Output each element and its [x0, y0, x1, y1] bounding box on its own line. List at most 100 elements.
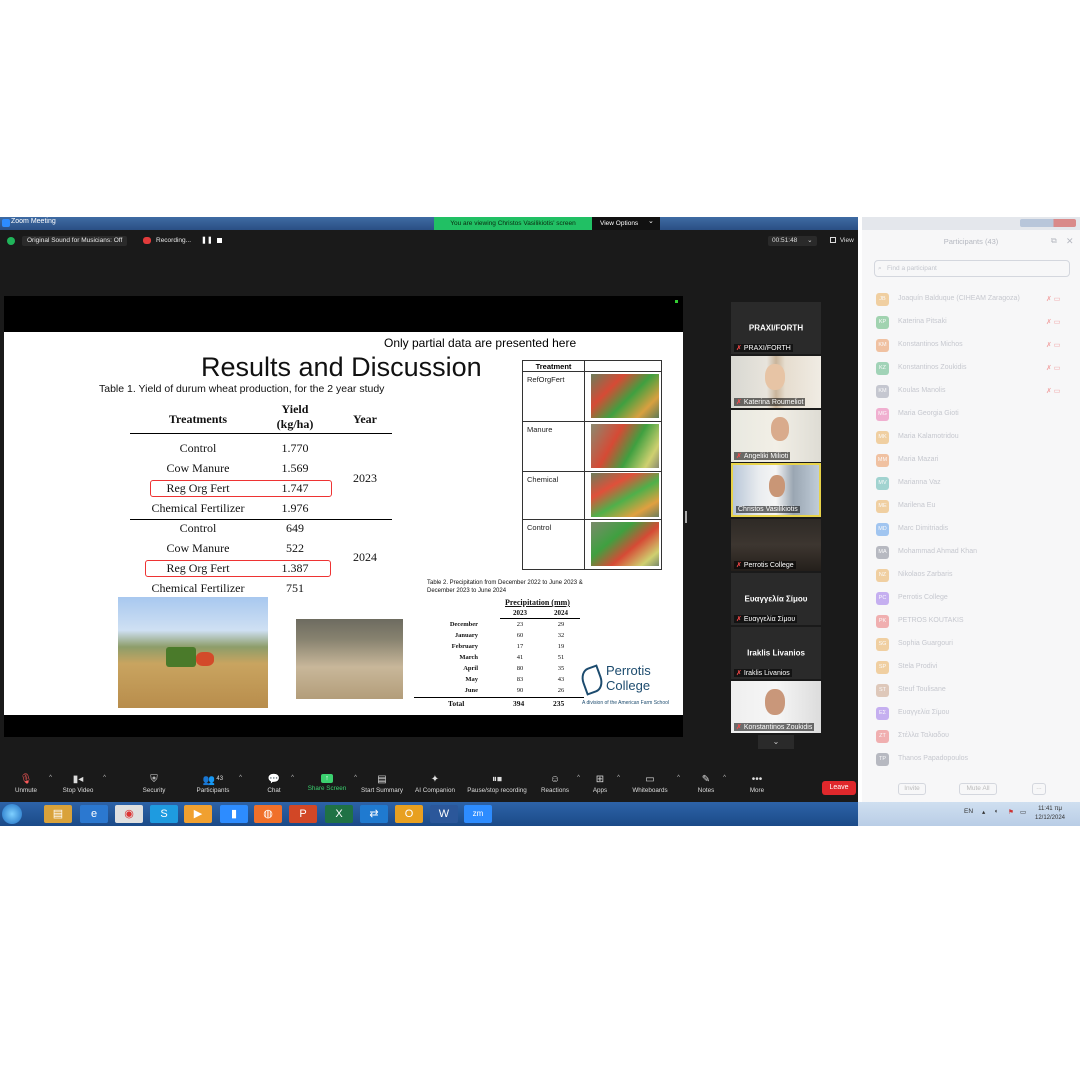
chevron-up-icon[interactable]: ^ — [103, 775, 106, 781]
zoom-taskbar-icon[interactable]: ▮ — [220, 805, 248, 823]
apps-button[interactable]: ⊞ Apps ^ — [588, 774, 620, 794]
word-icon[interactable]: W — [430, 805, 458, 823]
participant-row[interactable]: KZ Konstantinos Zoukidis ✗ ▭ — [874, 360, 1070, 378]
participant-row[interactable]: MM Maria Mazari — [874, 452, 1070, 470]
video-tile[interactable]: ✗ Konstantinos Zoukidis — [731, 681, 821, 733]
video-tile[interactable]: Iraklis Livanios ✗ Iraklis Livanios — [731, 627, 821, 679]
start-summary-button[interactable]: ▤ Start Summary — [357, 774, 407, 794]
shield-icon[interactable] — [7, 237, 15, 245]
participant-row[interactable]: EΣ Ευαγγελία Σίμου — [874, 705, 1070, 723]
flag-icon[interactable]: ⚑ — [1008, 808, 1014, 816]
powerpoint-icon[interactable]: P — [289, 805, 317, 823]
stop-video-button[interactable]: ▮◂ Stop Video ^ — [58, 774, 106, 794]
participant-row[interactable]: ME Marilena Eu — [874, 498, 1070, 516]
meeting-timer[interactable]: 00:51:48 ⌄ — [768, 236, 817, 246]
chevron-up-icon[interactable]: ^ — [617, 775, 620, 781]
participant-row[interactable]: MD Marc Dimitriadis — [874, 521, 1070, 539]
excel-icon[interactable]: X — [325, 805, 353, 823]
chrome-icon[interactable]: ◉ — [115, 805, 143, 823]
notes-button[interactable]: ✎ Notes ^ — [694, 774, 726, 794]
chevron-up-icon[interactable]: ^ — [49, 775, 52, 781]
participant-row[interactable]: NZ Nikolaos Zarbaris — [874, 567, 1070, 585]
participant-row[interactable]: JB Joaquín Balduque (CIHEAM Zaragoza) ✗ ▭ — [874, 291, 1070, 309]
taskbar-clock[interactable]: 11:41 πμ 12/12/2024 — [1030, 805, 1070, 823]
participant-row[interactable]: MV Marianna Vaz — [874, 475, 1070, 493]
tray-arrow-icon[interactable]: ▴ — [982, 808, 985, 816]
video-tile-active-speaker[interactable]: Christos Vasilikiotis — [731, 463, 821, 517]
participant-row[interactable]: MK Maria Kalamotridou — [874, 429, 1070, 447]
split-resize-handle[interactable] — [685, 511, 687, 523]
whiteboards-button[interactable]: ▭ Whiteboards ^ — [628, 774, 680, 794]
chevron-up-icon[interactable]: ^ — [723, 775, 726, 781]
view-options-button[interactable]: View Options ⌄ — [592, 217, 660, 230]
language-indicator[interactable]: EN — [964, 808, 973, 815]
volume-icon[interactable]: ◖ — [994, 808, 998, 815]
file-explorer-icon[interactable]: ▤ — [44, 805, 72, 823]
unmute-button[interactable]: 🎙 Unmute ^ — [8, 774, 52, 794]
network-icon[interactable]: ▭ — [1020, 808, 1026, 816]
participant-row[interactable]: KM Koulas Manolis ✗ ▭ — [874, 383, 1070, 401]
participants-header: Participants (43) — [943, 237, 999, 246]
find-participant-input[interactable]: ⌕ Find a participant — [874, 260, 1070, 277]
logo-line2: College — [606, 678, 651, 693]
participant-row[interactable]: SG Sophia Guargouri — [874, 636, 1070, 654]
participant-row[interactable]: MG Maria Georgia Gioti — [874, 406, 1070, 424]
popout-icon[interactable]: ⧉ — [1051, 236, 1057, 246]
more-button[interactable]: ... — [1032, 783, 1046, 795]
teamviewer-icon[interactable]: ⇄ — [360, 805, 388, 823]
table-row-treatment: Chemical Fertilizer — [151, 501, 245, 515]
close-icon[interactable]: ✕ — [1066, 236, 1074, 247]
video-tile[interactable]: PRAXI/FORTH ✗ PRAXI/FORTH — [731, 302, 821, 354]
participant-row[interactable]: PC Perrotis College — [874, 590, 1070, 608]
participant-row[interactable]: SP Stela Prodivi — [874, 659, 1070, 677]
participants-button[interactable]: 👥43 Participants ^ — [192, 774, 242, 794]
chevron-up-icon[interactable]: ^ — [239, 775, 242, 781]
leave-button[interactable]: Leave — [822, 781, 856, 795]
gallery-next-button[interactable]: ⌄ — [758, 735, 794, 749]
pause-recording-icon[interactable]: ❚❚ — [201, 236, 213, 246]
original-sound-button[interactable]: Original Sound for Musicians: Off — [22, 236, 128, 246]
zoom-meeting-taskbar-button[interactable]: zm — [464, 805, 492, 823]
chevron-up-icon[interactable]: ^ — [677, 775, 680, 781]
participant-row[interactable]: ST Steuf Toulisane — [874, 682, 1070, 700]
participant-row[interactable]: PK PETROS KOUTAKIS — [874, 613, 1070, 631]
stop-recording-icon[interactable] — [217, 238, 222, 243]
firefox-icon[interactable]: ◍ — [254, 805, 282, 823]
start-orb-icon[interactable] — [2, 804, 22, 824]
chevron-down-icon: ⌄ — [772, 737, 780, 746]
participant-row[interactable]: MA Mohammad Ahmad Khan — [874, 544, 1070, 562]
participant-row[interactable]: ZT Στέλλα Ταλιαδου — [874, 728, 1070, 746]
internet-explorer-icon[interactable]: e — [80, 805, 108, 823]
pause-stop-recording-button[interactable]: ⏸⏹ Pause/stop recording — [463, 774, 531, 794]
chevron-up-icon[interactable]: ^ — [291, 775, 294, 781]
video-tile[interactable]: Ευαγγελία Σίμου ✗ Ευαγγελία Σίμου — [731, 573, 821, 625]
share-screen-button[interactable]: ↑ Share Screen ^ — [305, 774, 357, 792]
muted-mic-icon: ✗ — [736, 724, 742, 731]
media-player-icon[interactable]: ▶ — [184, 805, 212, 823]
tile-label-text: Christos Vasilikiotis — [738, 506, 798, 513]
ai-companion-button[interactable]: ✦ AI Companion — [412, 774, 458, 794]
security-button[interactable]: ⛨ Security — [136, 774, 172, 794]
table-rule — [414, 697, 584, 698]
reactions-button[interactable]: ☺ Reactions ^ — [538, 774, 580, 794]
chat-button[interactable]: 💬 Chat ^ — [262, 774, 294, 794]
video-tile[interactable]: ✗ Katerina Roumeliot — [731, 356, 821, 408]
participant-row[interactable]: TP Thanos Papadopoulos — [874, 751, 1070, 769]
invite-button[interactable]: Invite — [898, 783, 926, 795]
skype-icon[interactable]: S — [150, 805, 178, 823]
more-button[interactable]: ••• More — [745, 774, 769, 794]
participant-row[interactable]: KP Katerina Pitsaki ✗ ▭ — [874, 314, 1070, 332]
mute-all-button[interactable]: Mute All — [959, 783, 997, 795]
col-year: Year — [353, 412, 377, 426]
video-camera-icon: ▮◂ — [72, 774, 84, 785]
precip-value: 35 — [557, 665, 565, 672]
participant-row[interactable]: KM Konstantinos Michos ✗ ▭ — [874, 337, 1070, 355]
video-tile[interactable]: ✗ Angeliki Milioti — [731, 410, 821, 462]
view-button[interactable]: View — [830, 236, 854, 246]
video-tile[interactable]: ✗ Perrotis College — [731, 519, 821, 571]
chevron-up-icon[interactable]: ^ — [577, 775, 580, 781]
treatment-cell: Control — [523, 520, 585, 569]
window-controls-icon[interactable] — [1020, 219, 1076, 227]
precip-value: 41 — [516, 654, 524, 661]
outlook-icon[interactable]: O — [395, 805, 423, 823]
